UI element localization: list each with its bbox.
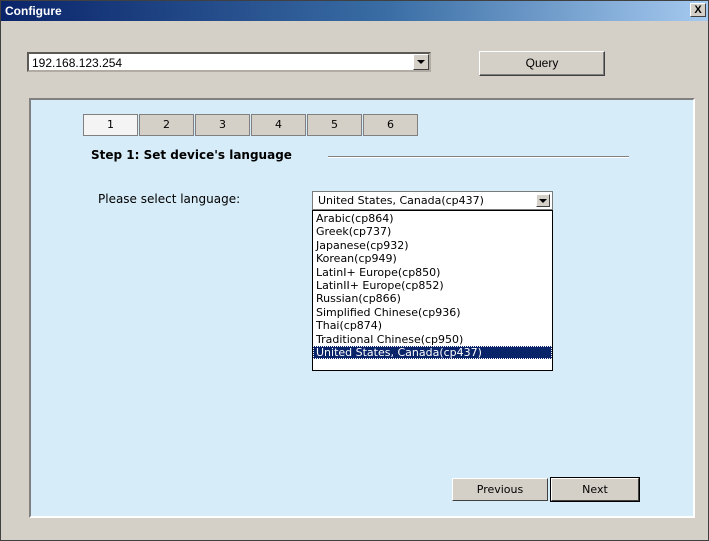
next-button[interactable]: Next <box>550 477 640 502</box>
tab-step-4[interactable]: 4 <box>251 114 306 136</box>
language-select[interactable]: United States, Canada(cp437) <box>312 191 553 210</box>
language-selected-value[interactable]: United States, Canada(cp437) <box>318 194 484 207</box>
tab-step-6[interactable]: 6 <box>363 114 418 136</box>
language-option[interactable]: Japanese(cp932) <box>313 239 552 252</box>
step-tabs: 1 2 3 4 5 6 <box>83 114 419 136</box>
title-bar[interactable]: Configure X <box>1 1 708 21</box>
language-option[interactable]: Thai(cp874) <box>313 319 552 332</box>
language-option[interactable]: LatinI+ Europe(cp850) <box>313 266 552 279</box>
configure-window: Configure X 192.168.123.254 Query 1 2 3 … <box>0 0 709 541</box>
tab-step-5[interactable]: 5 <box>307 114 362 136</box>
language-label: Please select language: <box>98 192 241 206</box>
tab-step-3[interactable]: 3 <box>195 114 250 136</box>
language-option[interactable]: Russian(cp866) <box>313 292 552 305</box>
language-option[interactable]: Greek(cp737) <box>313 225 552 238</box>
language-option[interactable]: Traditional Chinese(cp950) <box>313 333 552 346</box>
language-option-selected[interactable]: United States, Canada(cp437) <box>313 345 552 360</box>
tab-step-1[interactable]: 1 <box>83 114 138 136</box>
language-option[interactable]: Arabic(cp864) <box>313 212 552 225</box>
ip-address-combobox[interactable]: 192.168.123.254 <box>27 52 431 72</box>
previous-button[interactable]: Previous <box>452 478 548 501</box>
step-title: Step 1: Set device's language <box>91 148 292 162</box>
language-option[interactable]: LatinII+ Europe(cp852) <box>313 279 552 292</box>
window-title: Configure <box>5 4 62 18</box>
chevron-down-icon[interactable] <box>536 194 550 207</box>
chevron-down-icon[interactable] <box>413 54 429 70</box>
close-button[interactable]: X <box>690 3 706 17</box>
ip-address-value[interactable]: 192.168.123.254 <box>32 56 122 70</box>
query-button[interactable]: Query <box>479 51 605 76</box>
tab-step-2[interactable]: 2 <box>139 114 194 136</box>
language-option[interactable]: Simplified Chinese(cp936) <box>313 306 552 319</box>
step-divider <box>328 156 629 158</box>
language-option[interactable]: Korean(cp949) <box>313 252 552 265</box>
language-dropdown-list[interactable]: Arabic(cp864) Greek(cp737) Japanese(cp93… <box>312 210 553 371</box>
